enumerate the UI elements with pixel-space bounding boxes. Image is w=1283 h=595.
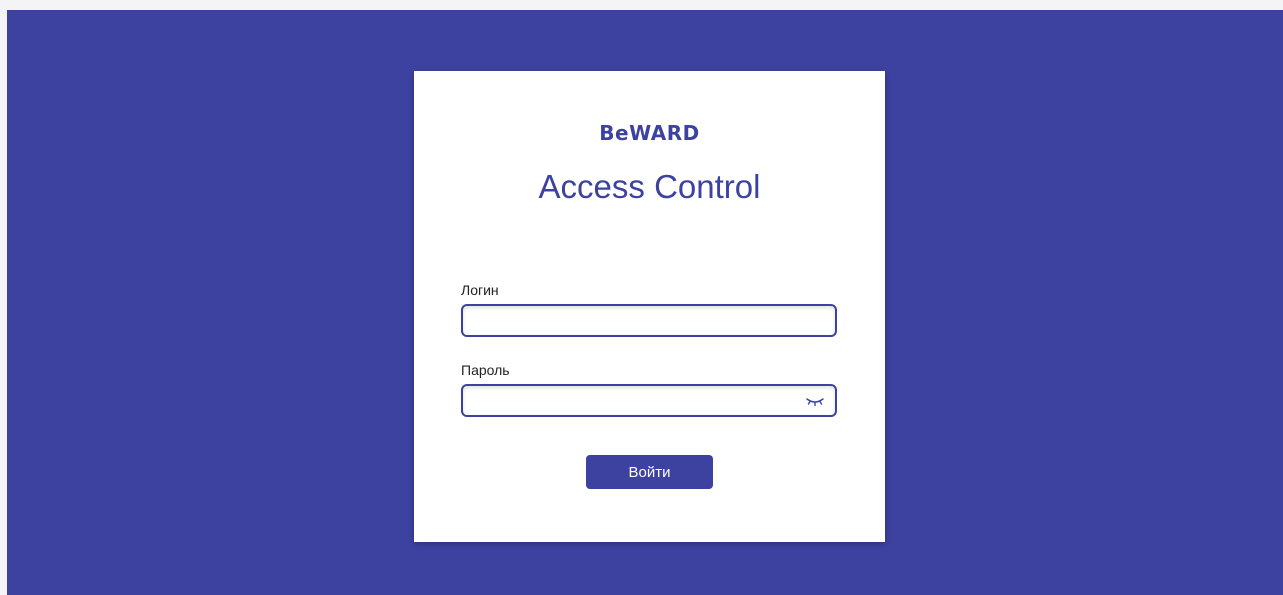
- beward-logo: BeWARD: [599, 121, 700, 145]
- login-label: Логин: [461, 282, 499, 298]
- login-button[interactable]: Войти: [586, 455, 713, 489]
- login-field-container: [461, 304, 837, 337]
- password-input[interactable]: [463, 386, 835, 415]
- password-field-container: [461, 384, 837, 417]
- app-title: Access Control: [538, 168, 761, 205]
- login-input[interactable]: [463, 306, 835, 335]
- eye-closed-icon[interactable]: [805, 393, 825, 409]
- login-page-background: BeWARD Access Control Логин Пароль Войти: [7, 10, 1283, 595]
- password-label: Пароль: [461, 362, 510, 378]
- login-card: BeWARD Access Control Логин Пароль Войти: [414, 71, 885, 542]
